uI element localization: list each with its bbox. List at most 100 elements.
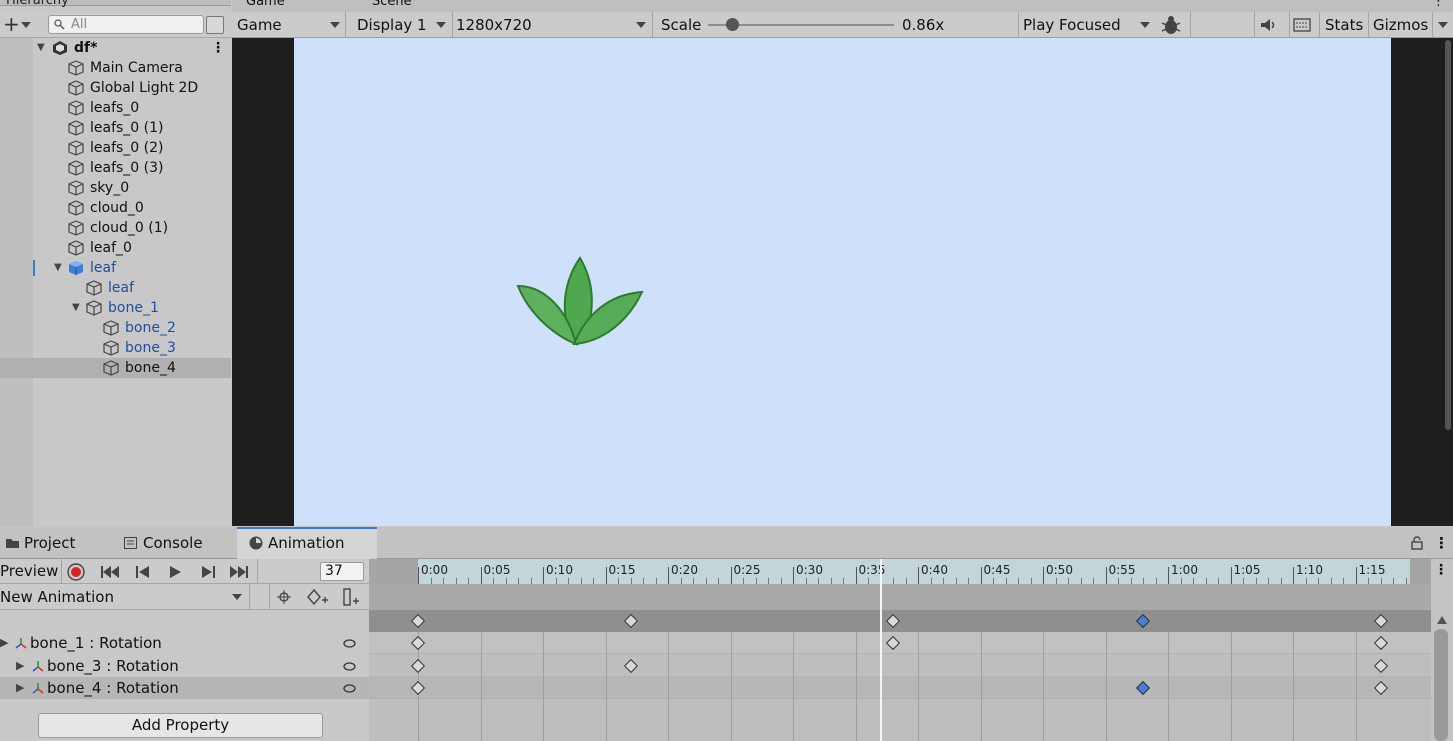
tab-animation[interactable]: Animation	[237, 527, 377, 559]
audio-icon[interactable]	[1260, 18, 1278, 32]
add-property-button[interactable]: Add Property	[38, 713, 323, 738]
expand-arrow-icon[interactable]: ▶	[16, 677, 24, 699]
hierarchy-item[interactable]: Global Light 2D	[0, 78, 231, 98]
hierarchy-item[interactable]: bone_2	[0, 318, 231, 338]
hierarchy-item[interactable]: cloud_0	[0, 198, 231, 218]
hierarchy-item[interactable]: leaf	[0, 278, 231, 298]
display-dropdown[interactable]: Display 1	[357, 12, 427, 38]
grid-line	[855, 632, 857, 741]
keyframe-target-icon[interactable]	[276, 589, 292, 605]
hierarchy-search-input[interactable]: All	[48, 15, 204, 34]
gizmos-dropdown-icon[interactable]	[1438, 22, 1448, 28]
scene-menu-icon[interactable]: ⋮	[211, 38, 225, 58]
expand-arrow-icon[interactable]: ▶	[16, 655, 24, 677]
next-keyframe-icon[interactable]	[200, 565, 216, 579]
tab-project[interactable]: Project	[24, 527, 75, 559]
hierarchy-item[interactable]: ▼ bone_1	[0, 298, 231, 318]
timeline-menu-icon[interactable]: ⋮	[1434, 562, 1448, 578]
scroll-up-icon[interactable]	[1436, 615, 1448, 625]
game-view-dropdown[interactable]: Game	[237, 12, 282, 38]
hierarchy-item[interactable]: Main Camera	[0, 58, 231, 78]
ruler-minor-tick	[743, 578, 744, 584]
ruler-minor-tick	[1330, 578, 1332, 584]
expand-arrow-icon[interactable]: ▶	[0, 632, 8, 654]
play-icon[interactable]	[168, 565, 182, 579]
property-row[interactable]: ▶ bone_4 : Rotation	[0, 677, 369, 699]
scene-row[interactable]: ▼ df* ⋮	[0, 38, 231, 58]
game-canvas[interactable]	[294, 38, 1391, 526]
ruler-minor-tick	[1255, 578, 1257, 584]
ruler-minor-tick	[930, 578, 932, 584]
tab-menu-icon[interactable]: ⋮	[1432, 0, 1445, 9]
game-view-scrollbar[interactable]	[1445, 40, 1451, 430]
grid-line	[1043, 632, 1044, 741]
hierarchy-item-label: leaf	[108, 280, 135, 296]
divider	[1432, 12, 1433, 38]
hierarchy-item[interactable]: leafs_0 (2)	[0, 138, 231, 158]
hierarchy-item[interactable]: sky_0	[0, 178, 231, 198]
hierarchy-item[interactable]: leafs_0 (3)	[0, 158, 231, 178]
add-event-icon[interactable]	[341, 588, 361, 606]
collapse-arrow-icon[interactable]: ▼	[54, 258, 62, 278]
gizmos-button[interactable]: Gizmos	[1373, 12, 1428, 38]
first-keyframe-icon[interactable]	[100, 565, 120, 579]
stats-button[interactable]: Stats	[1325, 12, 1363, 38]
hierarchy-item[interactable]: bone_3	[0, 338, 231, 358]
hierarchy-tab[interactable]: Hierarchy	[6, 0, 69, 8]
grid-line	[480, 632, 482, 741]
add-icon[interactable]: +	[3, 13, 20, 35]
panel-menu-icon[interactable]: ⋮	[1434, 527, 1449, 559]
play-mode-dropdown[interactable]: Play Focused	[1023, 12, 1121, 38]
hierarchy-item[interactable]: bone_4	[0, 358, 231, 378]
resolution-dropdown[interactable]: 1280x720	[456, 12, 532, 38]
ruler-minor-tick	[718, 578, 719, 584]
ruler-tick	[1105, 567, 1107, 584]
clip-dropdown[interactable]: New Animation	[0, 584, 114, 610]
scene-search-icon[interactable]	[206, 16, 224, 34]
frame-field[interactable]: 37	[320, 562, 364, 581]
hierarchy-item[interactable]: cloud_0 (1)	[0, 218, 231, 238]
previous-keyframe-icon[interactable]	[135, 565, 151, 579]
record-icon[interactable]	[67, 563, 85, 581]
property-track[interactable]	[369, 677, 1431, 699]
hierarchy-item[interactable]: leafs_0 (1)	[0, 118, 231, 138]
ruler-minor-tick	[1193, 578, 1194, 584]
playhead[interactable]	[879, 559, 882, 741]
property-track[interactable]	[369, 655, 1431, 677]
property-toggle-icon[interactable]	[343, 639, 356, 648]
hierarchy-item[interactable]: leafs_0	[0, 98, 231, 118]
ruler-tick	[1293, 567, 1294, 584]
ruler-minor-tick	[1405, 578, 1407, 584]
property-row[interactable]: ▶ bone_1 : Rotation	[0, 632, 369, 654]
hierarchy-item[interactable]: leaf_0	[0, 238, 231, 258]
ruler-minor-tick	[430, 578, 432, 584]
collapse-arrow-icon[interactable]: ▼	[37, 38, 45, 58]
ruler-minor-tick	[593, 578, 594, 584]
ruler-minor-tick	[1268, 578, 1269, 584]
event-row[interactable]	[369, 584, 1431, 610]
preview-toggle[interactable]: Preview	[0, 559, 58, 584]
time-ruler[interactable]	[369, 559, 1431, 584]
hierarchy-item[interactable]: ▼ leaf	[0, 258, 231, 278]
tab-console[interactable]: Console	[143, 527, 203, 559]
property-toggle-icon[interactable]	[343, 684, 356, 693]
last-keyframe-icon[interactable]	[229, 565, 249, 579]
timeline-scrollbar[interactable]	[1434, 629, 1448, 741]
chevron-down-icon	[232, 594, 242, 600]
tab-scene[interactable]: Scene	[372, 0, 412, 9]
ruler-tick-label: 1:05	[1233, 563, 1261, 577]
scale-slider-thumb[interactable]	[726, 18, 740, 31]
gameobject-cube-icon	[86, 300, 102, 316]
bug-icon[interactable]	[1160, 15, 1182, 35]
add-dropdown-icon[interactable]	[21, 22, 31, 28]
property-row[interactable]: ▶ bone_3 : Rotation	[0, 655, 369, 677]
gameobject-cube-icon	[68, 220, 84, 236]
property-toggle-icon[interactable]	[343, 662, 356, 671]
hierarchy-item-label: sky_0	[90, 180, 130, 196]
divider	[1018, 12, 1019, 38]
lock-icon[interactable]	[1411, 536, 1423, 550]
collapse-arrow-icon[interactable]: ▼	[72, 298, 80, 318]
keyboard-icon[interactable]	[1293, 18, 1311, 32]
tab-game[interactable]: Game	[246, 0, 285, 9]
add-keyframe-icon[interactable]	[307, 589, 329, 605]
